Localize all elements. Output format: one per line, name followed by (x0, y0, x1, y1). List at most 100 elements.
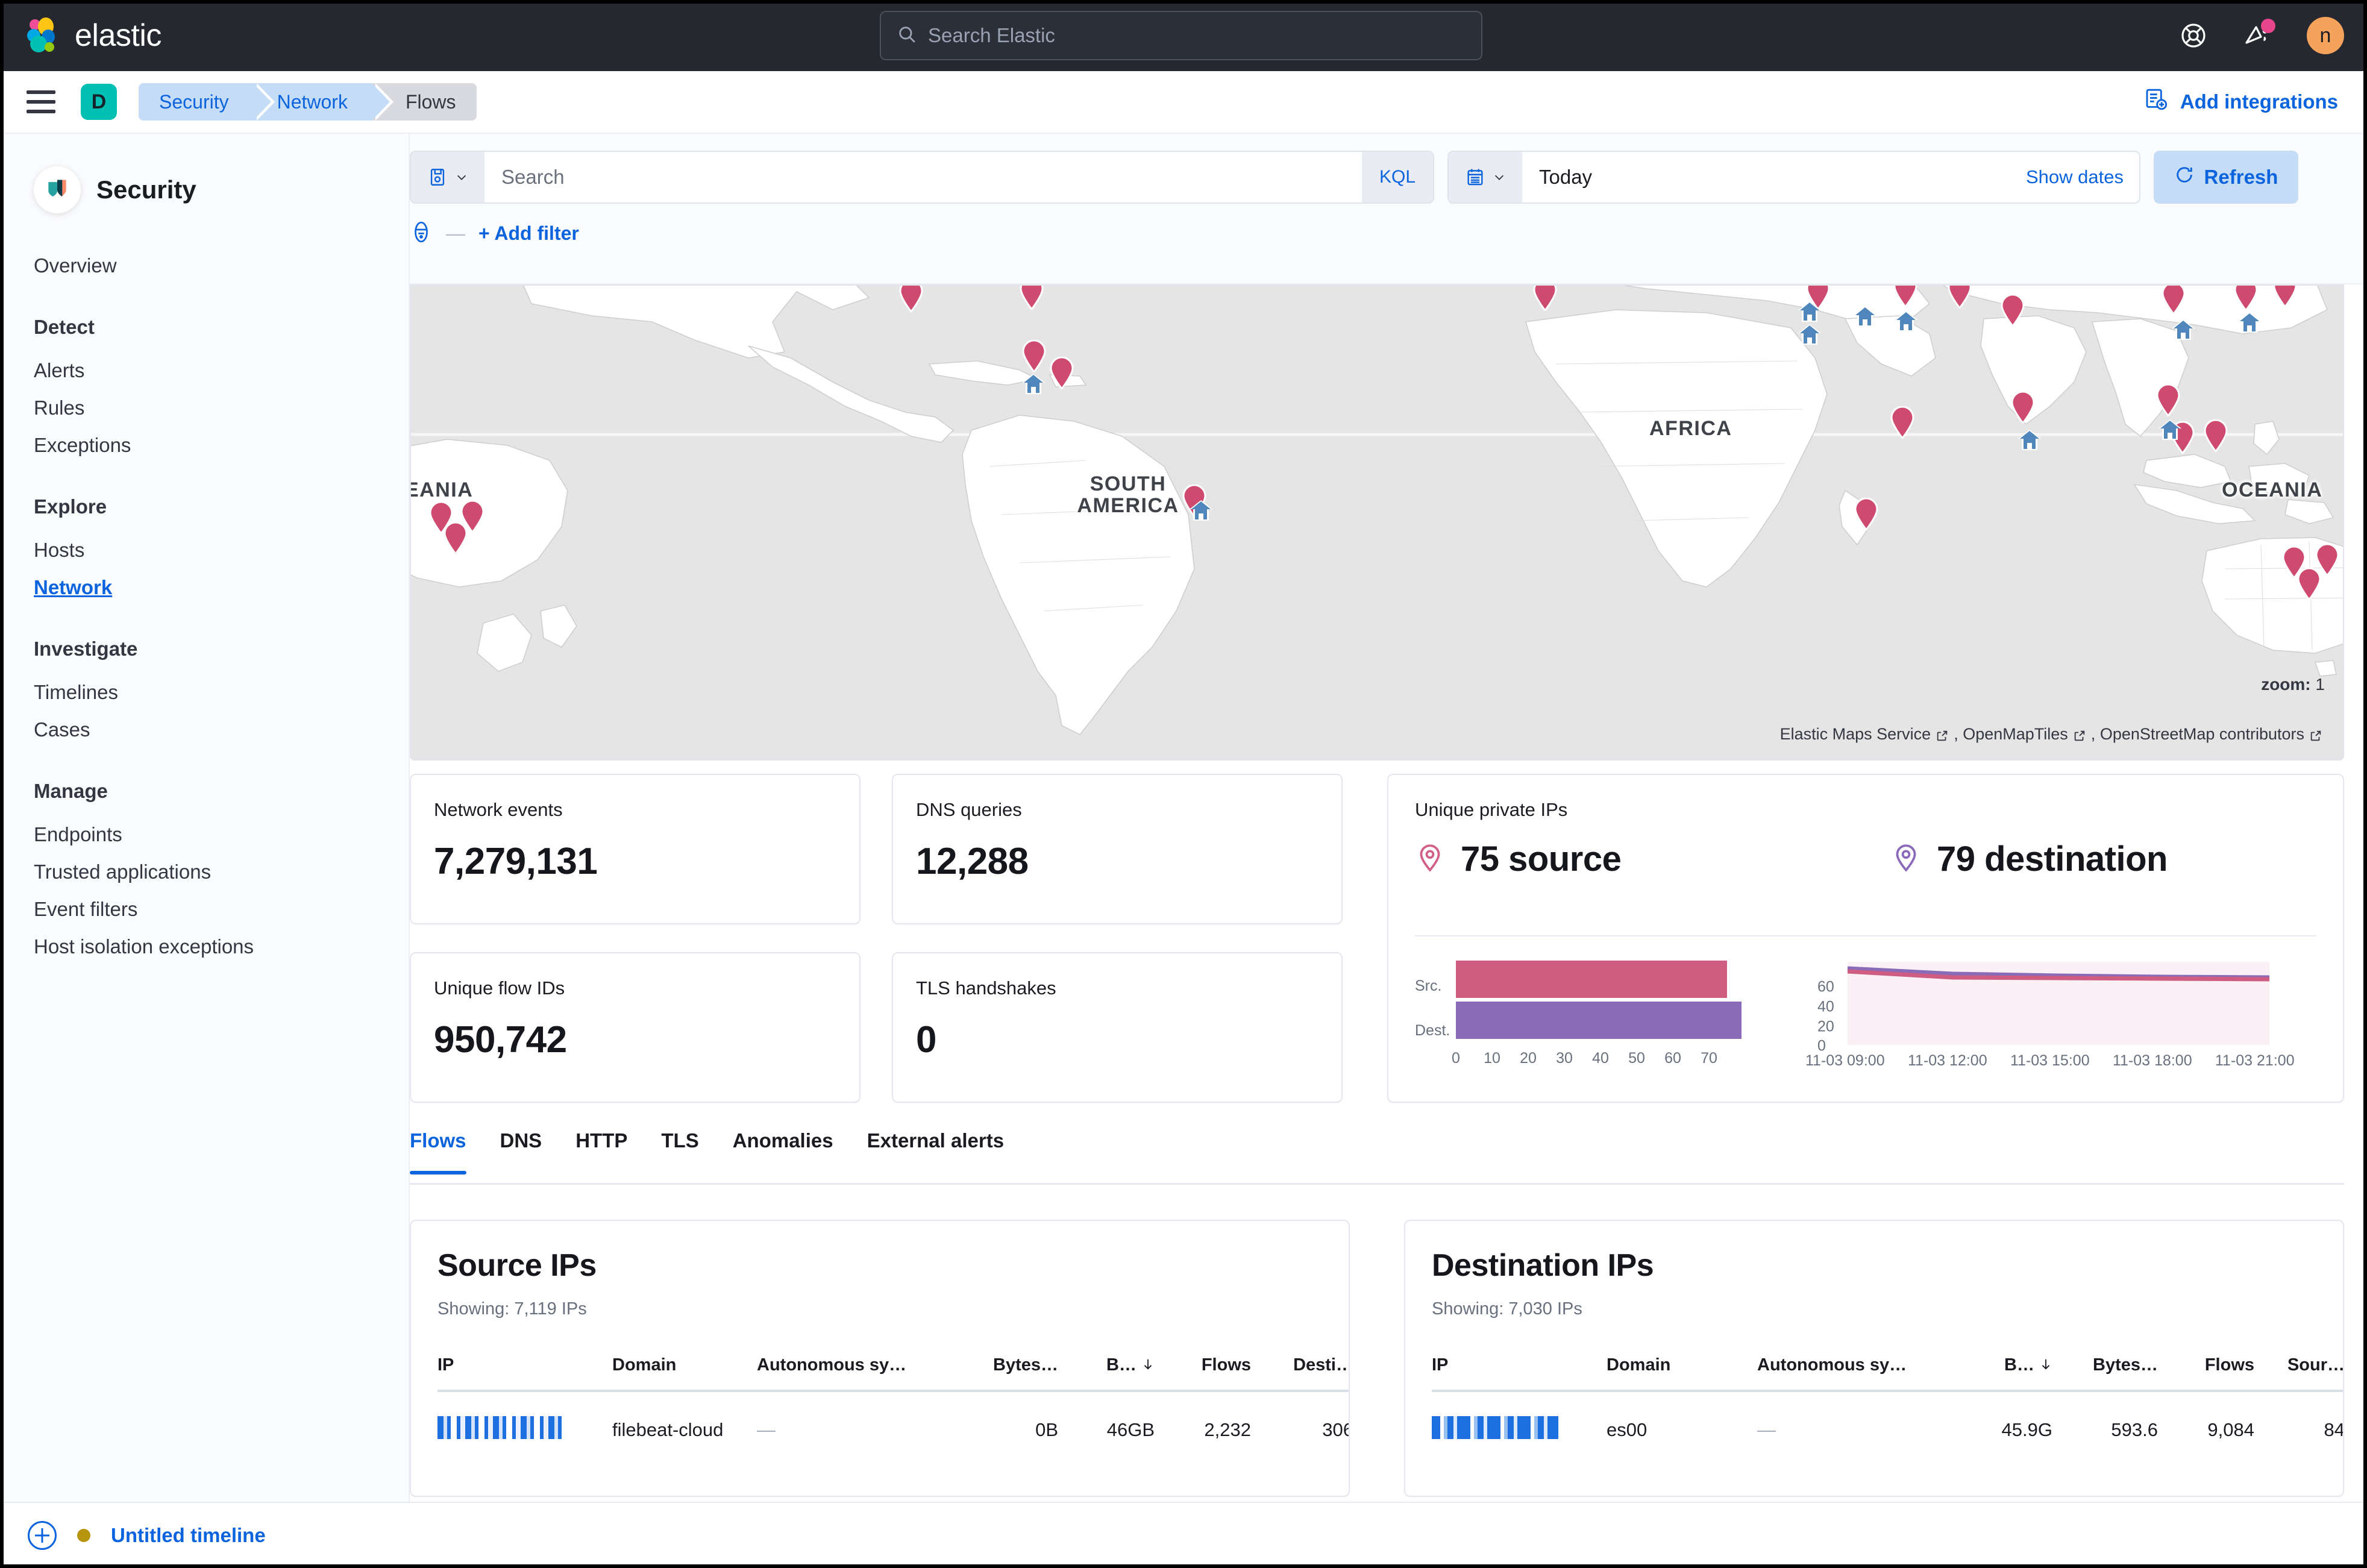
filter-icon[interactable] (410, 221, 433, 246)
timeline-name-button[interactable]: Untitled timeline (111, 1524, 266, 1547)
sidebar: Security Overview Detect Alerts Rules Ex… (0, 134, 410, 1502)
col-bytes-in[interactable]: Bytes… (956, 1355, 1058, 1391)
cell-flows: 9,084 (2158, 1391, 2254, 1444)
network-map[interactable]: EANIA SOUTH AMERICA AFRICA OCEANIA (410, 284, 2344, 760)
cell-destinations: 306 (1251, 1391, 1350, 1444)
cell-ip[interactable] (437, 1391, 612, 1444)
sidebar-header: Security (0, 152, 409, 213)
redacted-ip (437, 1416, 564, 1439)
sidebar-item-trusted-applications[interactable]: Trusted applications (0, 853, 409, 891)
stat-label: Unique flow IDs (434, 977, 836, 999)
col-asn[interactable]: Autonomous sy… (1757, 1355, 1956, 1391)
refresh-icon (2174, 165, 2195, 190)
breadcrumb-item-security[interactable]: Security (139, 83, 253, 121)
table-row[interactable]: es00 — 45.9G 593.6 9,084 84 (1432, 1391, 2344, 1444)
sidebar-item-endpoints[interactable]: Endpoints (0, 816, 409, 853)
sidebar-item-exceptions[interactable]: Exceptions (0, 427, 409, 464)
saved-query-icon[interactable] (411, 152, 484, 202)
hamburger-menu-icon[interactable] (27, 90, 55, 113)
tab-tls[interactable]: TLS (644, 1129, 715, 1173)
tab-dns[interactable]: DNS (483, 1129, 559, 1173)
sidebar-item-cases[interactable]: Cases (0, 711, 409, 748)
sidebar-group-detect: Detect (0, 316, 409, 339)
cell-domain[interactable]: filebeat-cloud (612, 1391, 757, 1444)
query-language-button[interactable]: KQL (1362, 152, 1433, 202)
bar-dest (1456, 1002, 1742, 1039)
stat-label: DNS queries (916, 799, 1318, 821)
sidebar-item-event-filters[interactable]: Event filters (0, 891, 409, 928)
avatar[interactable]: n (2307, 17, 2344, 54)
x-tick: 20 (1520, 1050, 1537, 1067)
col-domain[interactable]: Domain (612, 1355, 757, 1391)
x-tick: 30 (1556, 1050, 1573, 1067)
sort-descending-icon (2039, 1356, 2052, 1372)
table-header-row: IP Domain Autonomous sy… B… Bytes… Flows… (1432, 1355, 2344, 1391)
external-link-icon (2073, 728, 2086, 741)
col-ip[interactable]: IP (437, 1355, 612, 1391)
cell-domain[interactable]: es00 (1607, 1391, 1757, 1444)
sidebar-item-alerts[interactable]: Alerts (0, 352, 409, 389)
table-row[interactable]: filebeat-cloud — 0B 46GB 2,232 306 (437, 1391, 1350, 1444)
col-sources[interactable]: Sour… (2254, 1355, 2344, 1391)
sidebar-item-host-isolation-exceptions[interactable]: Host isolation exceptions (0, 928, 409, 965)
search-bar[interactable]: Search KQL (410, 151, 1434, 204)
sidebar-item-timelines[interactable]: Timelines (0, 674, 409, 711)
cell-ip[interactable] (1432, 1391, 1607, 1444)
y-tick: 20 (1817, 1018, 2300, 1036)
attribution-openmaptiles[interactable]: OpenMapTiles (1963, 725, 2068, 744)
card-divider (1415, 935, 2316, 936)
sidebar-group-explore: Explore (0, 495, 409, 518)
plus-circle-icon[interactable] (28, 1521, 57, 1550)
redacted-ip (1432, 1416, 1558, 1439)
tab-flows[interactable]: Flows (410, 1129, 483, 1173)
add-filter-button[interactable]: + Add filter (478, 222, 579, 245)
col-flows[interactable]: Flows (2158, 1355, 2254, 1391)
col-asn[interactable]: Autonomous sy… (757, 1355, 956, 1391)
date-range-value[interactable]: Today (1522, 152, 2026, 202)
col-ip[interactable]: IP (1432, 1355, 1607, 1391)
attribution-openstreetmap[interactable]: OpenStreetMap contributors (2100, 725, 2304, 744)
stat-card-tls-handshakes: TLS handshakes 0 (892, 952, 1343, 1103)
sidebar-item-rules[interactable]: Rules (0, 389, 409, 427)
col-destinations[interactable]: Desti… (1251, 1355, 1350, 1391)
sidebar-item-hosts[interactable]: Hosts (0, 532, 409, 569)
add-integrations-button[interactable]: Add integrations (2144, 87, 2338, 116)
breadcrumb: Security Network Flows (139, 83, 477, 121)
stat-label: Unique private IPs (1415, 799, 2316, 821)
attribution-separator-1: , (1954, 725, 1963, 744)
tab-external-alerts[interactable]: External alerts (850, 1129, 1021, 1173)
col-bytes-out[interactable]: B… (1058, 1355, 1155, 1391)
space-avatar[interactable]: D (81, 84, 117, 120)
col-domain[interactable]: Domain (1607, 1355, 1757, 1391)
sidebar-item-overview[interactable]: Overview (0, 247, 409, 284)
calendar-icon[interactable] (1449, 152, 1522, 202)
destination-ips-table: IP Domain Autonomous sy… B… Bytes… Flows… (1432, 1355, 2344, 1444)
x-tick: 11-03 15:00 (2010, 1052, 2090, 1070)
elastic-logo[interactable]: elastic (24, 17, 161, 54)
location-pin-icon (1415, 842, 1445, 876)
tab-anomalies[interactable]: Anomalies (716, 1129, 850, 1173)
global-search-placeholder: Search Elastic (928, 24, 1055, 47)
attribution-elastic-maps[interactable]: Elastic Maps Service (1780, 725, 1931, 744)
sidebar-item-network[interactable]: Network (0, 569, 409, 606)
date-picker[interactable]: Today Show dates (1447, 151, 2140, 204)
global-search-input[interactable]: Search Elastic (880, 11, 1482, 60)
map-attribution: Elastic Maps Service , OpenMapTiles , Op… (1780, 725, 2327, 744)
global-header: elastic Search Elastic n (0, 0, 2367, 71)
tab-http[interactable]: HTTP (559, 1129, 644, 1173)
search-input[interactable]: Search (484, 152, 1362, 202)
col-bytes-out[interactable]: Bytes… (2052, 1355, 2158, 1391)
stat-card-unique-private-ips: Unique private IPs 75 source (1387, 774, 2344, 1103)
network-tabs: Flows DNS HTTP TLS Anomalies External al… (410, 1129, 2344, 1185)
show-dates-button[interactable]: Show dates (2026, 152, 2139, 202)
col-bytes-in[interactable]: B… (1956, 1355, 2052, 1391)
cell-asn: — (1757, 1391, 1956, 1444)
refresh-button[interactable]: Refresh (2154, 151, 2298, 204)
col-flows[interactable]: Flows (1155, 1355, 1251, 1391)
breadcrumb-bar: D Security Network Flows Add integration… (0, 71, 2367, 134)
y-tick: 60 (1817, 979, 2300, 996)
sidebar-group-investigate: Investigate (0, 638, 409, 660)
cell-bytes-in: 0B (956, 1391, 1058, 1444)
lifebuoy-icon[interactable] (2179, 21, 2208, 50)
megaphone-icon[interactable] (2243, 21, 2272, 50)
